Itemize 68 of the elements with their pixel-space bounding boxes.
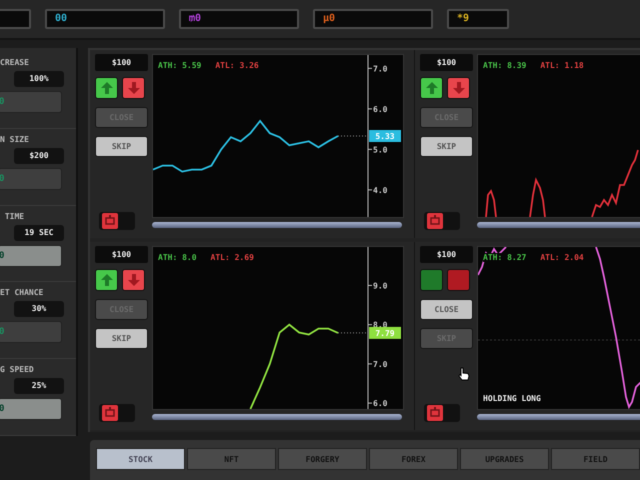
currency-counter: ₥0 — [179, 9, 299, 29]
down-arrow-icon — [126, 81, 140, 95]
tick-label: 4.0 — [373, 186, 388, 195]
skip-button[interactable]: SKIP — [95, 328, 148, 349]
long-button[interactable] — [420, 269, 443, 291]
bet-amount: $100 — [95, 246, 148, 263]
tab[interactable]: UPGRADES — [460, 448, 549, 470]
ath-label: ATH: 8.27 — [483, 253, 526, 262]
up-arrow-icon — [424, 81, 438, 95]
skip-button[interactable]: SKIP — [420, 136, 473, 157]
robot-icon — [102, 405, 118, 421]
atl-label: ATL: 2.04 — [540, 253, 584, 262]
bet-amount: $100 — [420, 54, 473, 71]
down-arrow-icon — [452, 81, 466, 95]
upgrade-value: 25% — [14, 378, 64, 394]
price-tag: 5.33 — [369, 130, 401, 142]
atl-label: ATL: 3.26 — [215, 61, 259, 70]
ath-label: ATH: 8.0 — [158, 253, 197, 262]
upgrade-value: 30% — [14, 301, 64, 318]
short-button[interactable] — [122, 269, 145, 291]
tick-label: 5.0 — [373, 145, 388, 154]
bet-amount: $100 — [420, 246, 473, 263]
tick-label: 7.0 — [373, 64, 388, 74]
upgrade-label: G SPEED — [0, 365, 34, 374]
upgrade-value: $200 — [14, 148, 64, 164]
upgrade-label: N SIZE — [0, 134, 29, 144]
auto-toggle[interactable] — [99, 404, 135, 422]
short-button[interactable] — [447, 269, 470, 291]
price-tag: 7.79 — [369, 326, 401, 339]
tab[interactable]: FOREX — [369, 448, 458, 470]
auto-toggle[interactable] — [424, 212, 460, 230]
tick-label: 9.0 — [373, 281, 388, 290]
close-button[interactable]: CLOSE — [420, 299, 473, 320]
upgrade-value: 100% — [14, 71, 64, 87]
skip-button[interactable]: SKIP — [95, 136, 148, 157]
long-button[interactable] — [95, 269, 118, 291]
atl-label: ATL: 1.18 — [540, 61, 584, 70]
ath-label: ATH: 8.39 — [483, 61, 526, 70]
currency-counter: 00 — [45, 9, 165, 29]
upgrade-label: ET CHANCE — [0, 288, 44, 298]
currency-counter: *9 — [447, 9, 509, 29]
tick-label: 7.0 — [373, 360, 388, 369]
ath-label: ATH: 5.59 — [158, 61, 202, 70]
currency-counter: μ0 — [313, 9, 433, 29]
robot-icon — [427, 405, 443, 421]
tab[interactable]: FIELD — [551, 448, 640, 470]
tick-label: 6.0 — [373, 399, 388, 408]
auto-toggle[interactable] — [424, 404, 460, 422]
down-arrow-icon — [126, 273, 140, 287]
robot-icon — [427, 213, 443, 229]
tab[interactable]: STOCK — [96, 448, 185, 470]
upgrade-label: CREASE — [0, 58, 29, 67]
robot-icon — [102, 213, 118, 229]
bet-amount: $100 — [95, 54, 148, 71]
tick-label: 6.0 — [373, 104, 388, 114]
position-status: HOLDING LONG — [483, 394, 541, 403]
tab[interactable]: FORGERY — [278, 448, 367, 470]
up-arrow-icon — [100, 81, 114, 95]
upgrade-value: 19 SEC — [14, 224, 64, 241]
short-button[interactable] — [447, 77, 470, 99]
short-button[interactable] — [122, 77, 145, 99]
long-button[interactable] — [420, 77, 443, 99]
upgrade-label: TIME — [4, 212, 24, 221]
auto-toggle[interactable] — [99, 212, 135, 230]
up-arrow-icon — [100, 273, 114, 287]
atl-label: ATL: 2.69 — [210, 253, 254, 262]
long-button[interactable] — [95, 77, 118, 99]
tab[interactable]: NFT — [187, 448, 276, 470]
